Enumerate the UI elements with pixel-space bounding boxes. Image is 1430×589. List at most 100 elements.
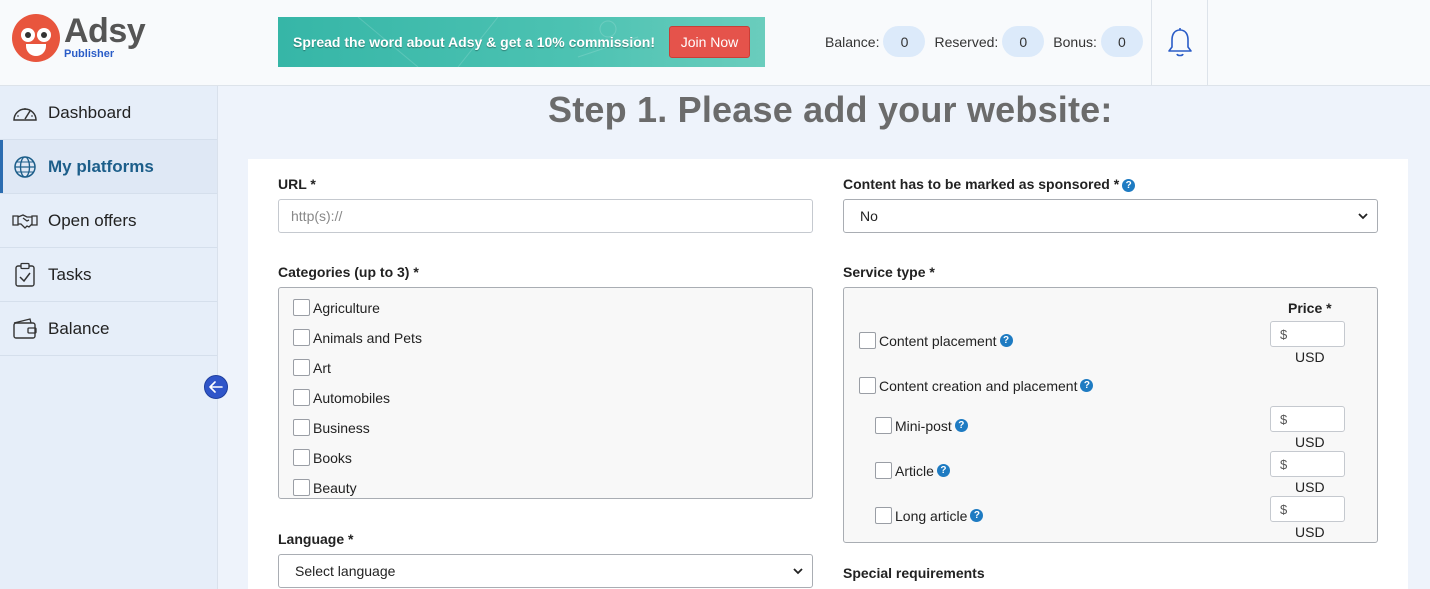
- url-input[interactable]: [278, 199, 813, 233]
- category-option[interactable]: Agriculture: [293, 299, 380, 316]
- balance-label: Balance:: [825, 33, 880, 50]
- sidebar: Dashboard My platforms Open offers Tasks…: [0, 86, 218, 589]
- adsy-logo[interactable]: Adsy Publisher: [12, 14, 146, 62]
- currency-symbol: $: [1280, 456, 1288, 472]
- sponsored-label: Content has to be marked as sponsored *?: [843, 176, 1136, 192]
- help-icon[interactable]: ?: [954, 419, 968, 432]
- wallet-icon: [12, 316, 38, 342]
- service-type-box: Price * Content placement? $ USD Content…: [843, 287, 1378, 543]
- bell-icon: [1167, 28, 1192, 57]
- service-article[interactable]: Article?: [875, 462, 950, 479]
- balance-value[interactable]: 0: [883, 26, 926, 57]
- checkbox[interactable]: [293, 479, 310, 496]
- service-creation-and-placement[interactable]: Content creation and placement?: [859, 377, 1094, 394]
- special-requirements-label: Special requirements: [843, 565, 985, 581]
- mini-post-price-input[interactable]: $: [1270, 406, 1345, 432]
- category-label: Art: [313, 359, 331, 376]
- sidebar-item-balance[interactable]: Balance: [0, 302, 217, 356]
- currency-label: USD: [1295, 349, 1325, 365]
- service-label: Article: [895, 462, 934, 479]
- checkbox[interactable]: [293, 329, 310, 346]
- category-label: Agriculture: [313, 299, 380, 316]
- currency-symbol: $: [1280, 411, 1288, 427]
- clipboard-check-icon: [12, 262, 38, 288]
- bonus-value[interactable]: 0: [1100, 26, 1143, 57]
- help-icon[interactable]: ?: [970, 509, 984, 522]
- top-header: Adsy Publisher Spread the word about Ads…: [0, 0, 1430, 86]
- gauge-icon: [12, 100, 38, 126]
- service-mini-post[interactable]: Mini-post?: [875, 417, 968, 434]
- checkbox[interactable]: [293, 359, 310, 376]
- brand-name: Adsy: [64, 12, 146, 50]
- owl-logo-icon: [12, 14, 60, 62]
- language-select[interactable]: Select language: [278, 554, 813, 588]
- checkbox[interactable]: [293, 419, 310, 436]
- categories-label: Categories (up to 3) *: [278, 264, 419, 280]
- sidebar-item-open-offers[interactable]: Open offers: [0, 194, 217, 248]
- service-label: Long article: [895, 507, 968, 524]
- currency-label: USD: [1295, 524, 1325, 540]
- sidebar-item-my-platforms[interactable]: My platforms: [0, 140, 217, 194]
- handshake-icon: [12, 208, 38, 234]
- category-label: Animals and Pets: [313, 329, 422, 346]
- page-title: Step 1. Please add your website:: [548, 89, 1113, 130]
- account-stats: Balance: 0 Reserved: 0 Bonus: 0: [825, 26, 1152, 57]
- sidebar-item-label: Tasks: [48, 264, 92, 284]
- globe-icon: [12, 154, 38, 180]
- currency-label: USD: [1295, 479, 1325, 495]
- category-option[interactable]: Art: [293, 359, 331, 376]
- category-option[interactable]: Automobiles: [293, 389, 390, 406]
- service-content-placement[interactable]: Content placement?: [859, 332, 1013, 349]
- long-article-price-input[interactable]: $: [1270, 496, 1345, 522]
- checkbox[interactable]: [293, 299, 310, 316]
- reserved-label: Reserved:: [934, 33, 999, 50]
- banner-text: Spread the word about Adsy & get a 10% c…: [293, 34, 655, 50]
- checkbox[interactable]: [875, 417, 892, 434]
- checkbox[interactable]: [875, 507, 892, 524]
- category-option[interactable]: Beauty: [293, 479, 357, 496]
- sidebar-item-label: My platforms: [48, 156, 154, 176]
- arrow-left-icon: [209, 381, 223, 393]
- reserved-value[interactable]: 0: [1002, 26, 1045, 57]
- bonus-label: Bonus:: [1053, 33, 1097, 50]
- help-icon[interactable]: ?: [1122, 178, 1136, 192]
- category-option[interactable]: Animals and Pets: [293, 329, 422, 346]
- language-select-value: Select language: [295, 563, 396, 579]
- join-now-button[interactable]: Join Now: [669, 26, 750, 58]
- help-icon[interactable]: ?: [999, 334, 1013, 347]
- currency-symbol: $: [1280, 501, 1288, 517]
- sidebar-item-tasks[interactable]: Tasks: [0, 248, 217, 302]
- article-price-input[interactable]: $: [1270, 451, 1345, 477]
- categories-list[interactable]: Agriculture Animals and Pets Art Automob…: [278, 287, 813, 499]
- sidebar-item-label: Open offers: [48, 210, 137, 230]
- service-label: Mini-post: [895, 417, 952, 434]
- category-option[interactable]: Books: [293, 449, 352, 466]
- service-label: Content creation and placement: [879, 377, 1078, 394]
- checkbox[interactable]: [293, 389, 310, 406]
- collapse-sidebar-button[interactable]: [204, 375, 228, 399]
- sidebar-item-label: Balance: [48, 318, 110, 338]
- checkbox[interactable]: [293, 449, 310, 466]
- category-label: Books: [313, 449, 352, 466]
- help-icon[interactable]: ?: [1080, 379, 1094, 392]
- sidebar-item-label: Dashboard: [48, 102, 132, 122]
- checkbox[interactable]: [859, 332, 876, 349]
- service-long-article[interactable]: Long article?: [875, 507, 984, 524]
- category-label: Business: [313, 419, 370, 436]
- notifications-button[interactable]: [1151, 0, 1208, 86]
- category-label: Automobiles: [313, 389, 391, 406]
- sponsored-label-text: Content has to be marked as sponsored *: [843, 176, 1120, 192]
- checkbox[interactable]: [859, 377, 876, 394]
- sponsored-select[interactable]: No: [843, 199, 1378, 233]
- sidebar-item-dashboard[interactable]: Dashboard: [0, 86, 217, 140]
- help-icon[interactable]: ?: [936, 464, 950, 477]
- content-placement-price-input[interactable]: $: [1270, 321, 1345, 347]
- chevron-down-icon: [1358, 213, 1368, 220]
- checkbox[interactable]: [875, 462, 892, 479]
- service-type-label: Service type *: [843, 264, 935, 280]
- price-header: Price *: [1288, 300, 1332, 316]
- service-label: Content placement: [879, 332, 997, 349]
- url-label: URL *: [278, 176, 316, 192]
- category-option[interactable]: Business: [293, 419, 370, 436]
- referral-banner[interactable]: Spread the word about Adsy & get a 10% c…: [278, 17, 765, 67]
